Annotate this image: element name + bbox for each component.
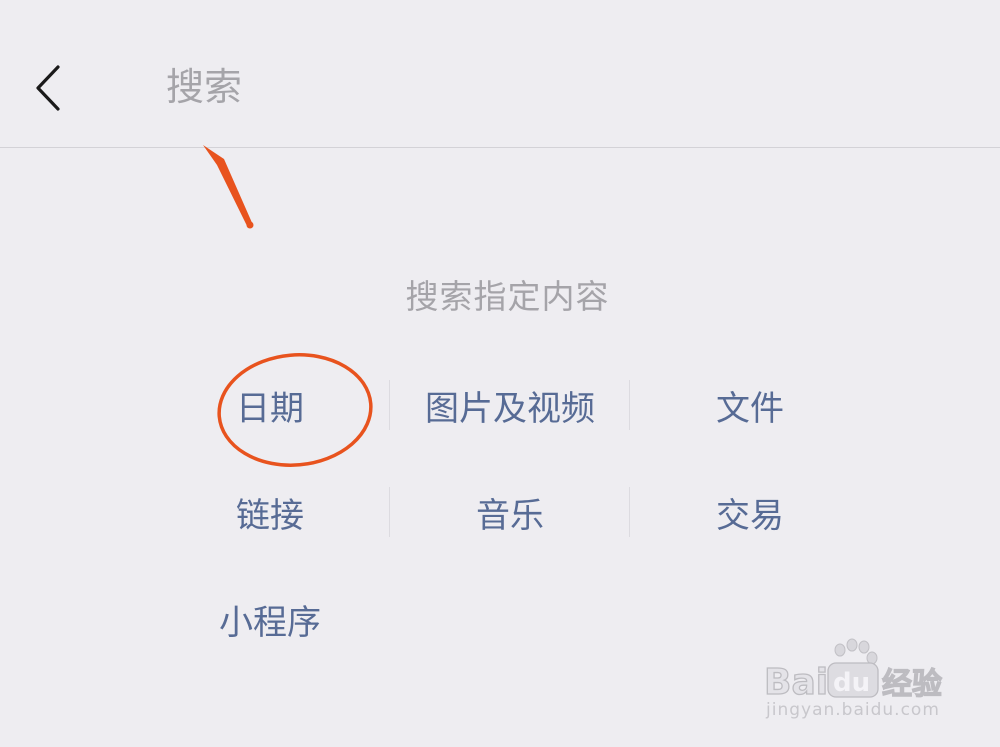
arrow-annotation-icon [203, 145, 254, 229]
category-links[interactable]: 链接 [150, 459, 390, 566]
search-hint-title: 搜索指定内容 [405, 277, 610, 316]
circle-annotation-icon [217, 353, 373, 467]
baidu-watermark-logo: Bai du 经验 [763, 638, 943, 700]
search-header [0, 0, 1000, 148]
svg-text:du: du [833, 668, 870, 698]
back-button[interactable] [22, 60, 74, 116]
category-files[interactable]: 文件 [630, 352, 870, 459]
watermark-url: jingyan.baidu.com [766, 700, 940, 720]
category-transactions[interactable]: 交易 [630, 459, 870, 566]
svg-text:Bai: Bai [764, 662, 828, 700]
search-input[interactable] [166, 58, 946, 116]
category-photos-videos[interactable]: 图片及视频 [390, 352, 630, 459]
category-music[interactable]: 音乐 [390, 459, 630, 566]
category-mini-programs[interactable]: 小程序 [150, 566, 390, 673]
chevron-left-icon [36, 65, 60, 111]
paw-icon [834, 638, 878, 665]
svg-text:经验: 经验 [882, 667, 942, 700]
category-row: 链接 音乐 交易 [150, 459, 870, 566]
